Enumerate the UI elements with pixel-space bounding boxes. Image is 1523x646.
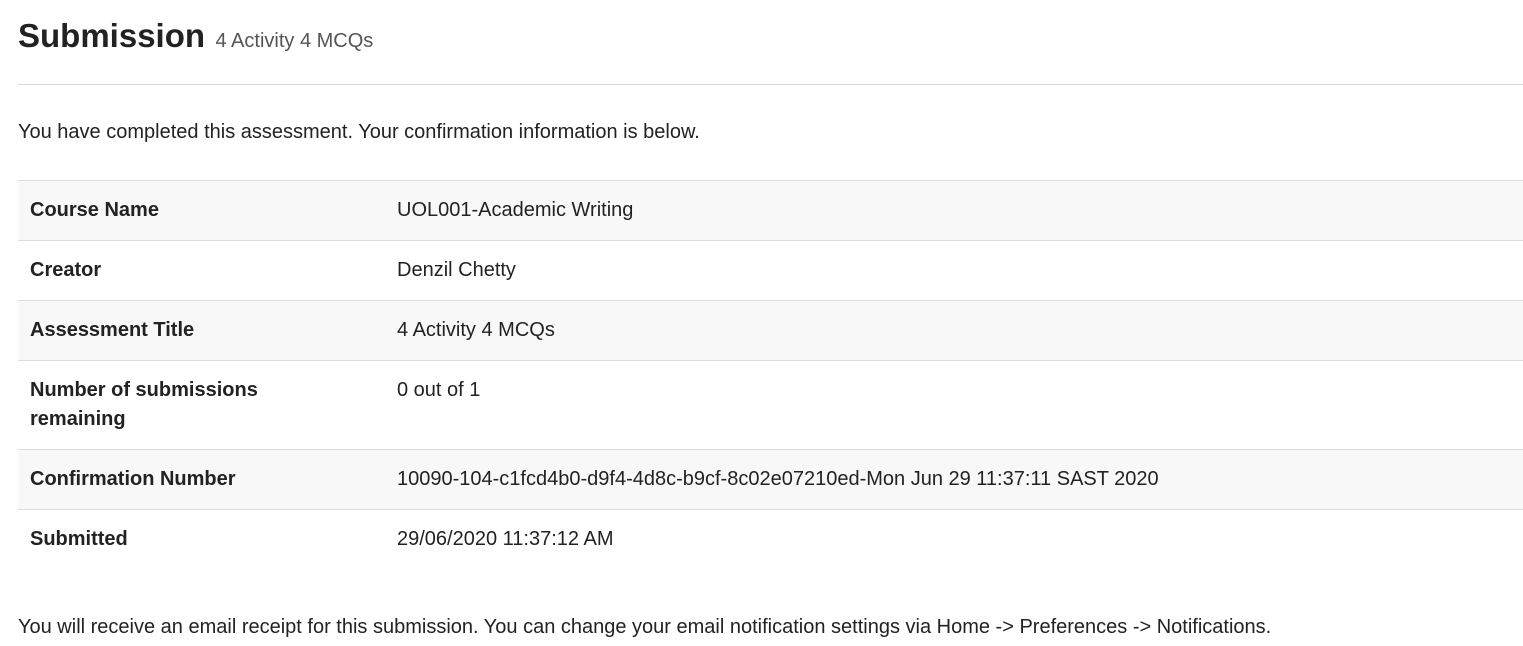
submission-page: Submission 4 Activity 4 MCQs You have co… — [0, 0, 1523, 646]
confirmation-table: Course Name UOL001-Academic Writing Crea… — [18, 180, 1523, 569]
page-title: Submission — [18, 17, 206, 54]
submitted-label: Submitted — [30, 528, 128, 550]
completion-message: You have completed this assessment. Your… — [18, 121, 700, 143]
assessment-title-value: 4 Activity 4 MCQs — [397, 319, 555, 341]
assessment-title-label: Assessment Title — [30, 319, 195, 341]
creator-value: Denzil Chetty — [397, 259, 516, 281]
table-row-course-name: Course Name UOL001-Academic Writing — [18, 180, 1523, 241]
table-row-submissions-remaining: Number of submissions remaining 0 out of… — [18, 360, 1523, 450]
submitted-value: 29/06/2020 11:37:12 AM — [397, 528, 614, 550]
submissions-remaining-value: 0 out of 1 — [397, 379, 481, 401]
table-row-creator: Creator Denzil Chetty — [18, 240, 1523, 301]
page-header: Submission 4 Activity 4 MCQs — [18, 14, 1523, 85]
course-name-value: UOL001-Academic Writing — [397, 199, 634, 221]
table-row-confirmation-number: Confirmation Number 10090-104-c1fcd4b0-d… — [18, 449, 1523, 510]
course-name-label: Course Name — [30, 199, 159, 221]
confirmation-number-label: Confirmation Number — [30, 468, 236, 490]
table-row-assessment-title: Assessment Title 4 Activity 4 MCQs — [18, 300, 1523, 361]
creator-label: Creator — [30, 259, 102, 281]
table-row-submitted: Submitted 29/06/2020 11:37:12 AM — [18, 509, 1523, 570]
confirmation-number-value: 10090-104-c1fcd4b0-d9f4-4d8c-b9cf-8c02e0… — [397, 468, 1159, 490]
email-receipt-note: You will receive an email receipt for th… — [18, 616, 1272, 638]
submissions-remaining-label: Number of submissions remaining — [30, 379, 258, 430]
page-subtitle: 4 Activity 4 MCQs — [215, 30, 374, 52]
